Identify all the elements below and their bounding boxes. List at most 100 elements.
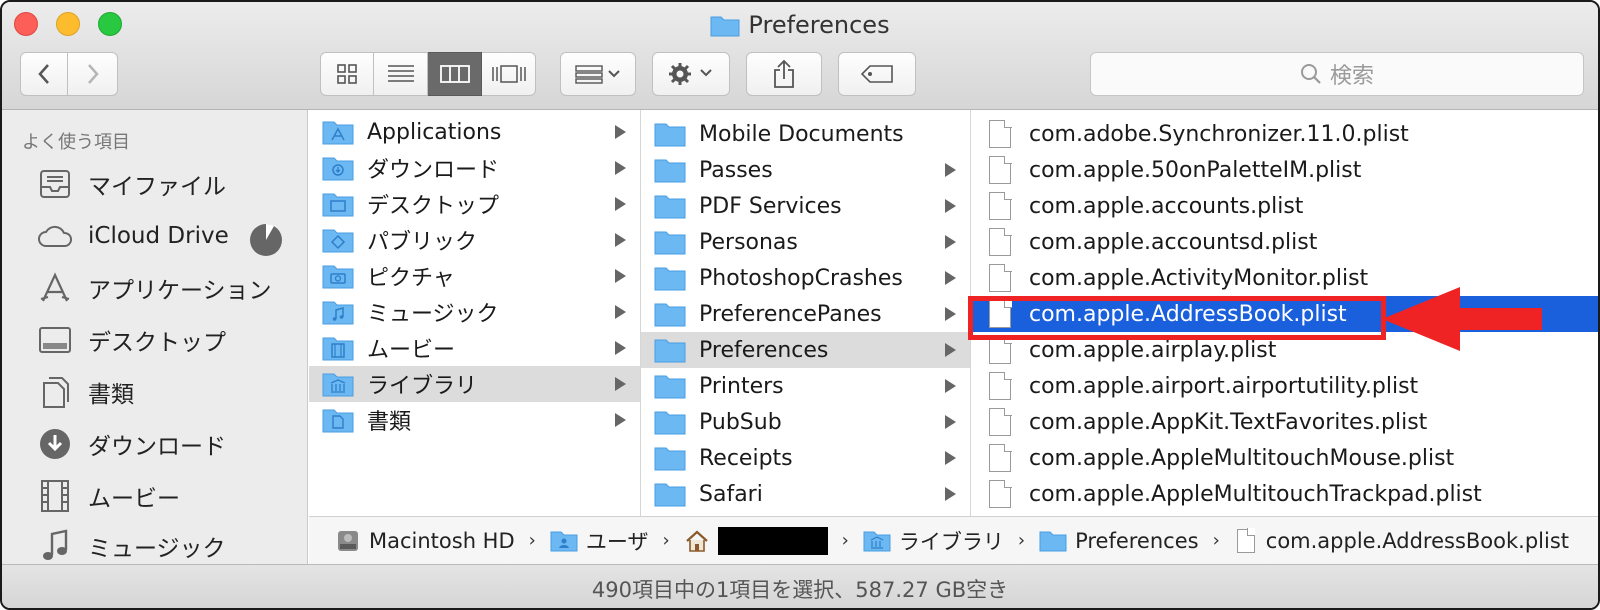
list-item[interactable]: Safari: [641, 476, 970, 512]
list-item-preferences-selected[interactable]: Preferences: [641, 332, 970, 368]
item-label: com.apple.accounts.plist: [1029, 193, 1304, 219]
sidebar-item-applications[interactable]: アプリケーション: [36, 266, 272, 310]
file-icon: [983, 227, 1017, 257]
list-item[interactable]: com.apple.accounts.plist: [971, 188, 1598, 224]
disclosure-arrow-icon: [945, 199, 956, 213]
status-bar: 490項目中の1項目を選択、587.27 GB空き: [2, 564, 1598, 608]
path-crumb-users[interactable]: ユーザ: [550, 526, 648, 556]
path-crumb-library[interactable]: ライブラリ: [863, 526, 1004, 556]
documents-icon: [36, 373, 74, 411]
finder-window: Preferences 検索 よく使う項目 マイファイル iCloud Driv…: [0, 0, 1600, 610]
list-item[interactable]: PubSub: [641, 404, 970, 440]
list-icon: [387, 65, 414, 82]
share-icon: [774, 59, 794, 88]
crumb-label: ライブラリ: [898, 529, 1004, 554]
sidebar-item-documents[interactable]: 書類: [36, 370, 134, 414]
sidebar-item-movies[interactable]: ムービー: [36, 474, 180, 518]
disclosure-arrow-icon: [945, 163, 956, 177]
applications-icon: [36, 269, 74, 307]
item-label: com.apple.airport.airportutility.plist: [1029, 373, 1419, 399]
path-crumb-macintosh-hd[interactable]: Macintosh HD: [335, 528, 515, 554]
search-input[interactable]: 検索: [1090, 52, 1584, 96]
forward-button[interactable]: [68, 52, 118, 96]
path-separator: ›: [662, 530, 670, 551]
share-button[interactable]: [746, 52, 822, 96]
list-item[interactable]: com.apple.airport.airportutility.plist: [971, 368, 1598, 404]
disclosure-arrow-icon: [945, 343, 956, 357]
sidebar-item-music[interactable]: ミュージック: [36, 524, 226, 568]
list-item[interactable]: パブリック: [309, 222, 640, 258]
sidebar-item-downloads[interactable]: ダウンロード: [36, 422, 226, 466]
toolbar: Preferences 検索: [2, 2, 1598, 110]
list-item[interactable]: com.adobe.Synchronizer.11.0.plist: [971, 116, 1598, 152]
list-item[interactable]: PDF Services: [641, 188, 970, 224]
cover-flow-view-button[interactable]: [482, 52, 536, 96]
list-item[interactable]: ミュージック: [309, 294, 640, 330]
sidebar-item-desktop[interactable]: デスクトップ: [36, 318, 226, 362]
disclosure-arrow-icon: [615, 233, 626, 247]
folder-icon: [653, 119, 687, 149]
folder-icon: [653, 263, 687, 293]
disclosure-arrow-icon: [945, 487, 956, 501]
list-item[interactable]: Printers: [641, 368, 970, 404]
list-item[interactable]: com.apple.AppleMultitouchTrackpad.plist: [971, 476, 1598, 512]
sidebar-item-icloud-drive[interactable]: iCloud Drive: [36, 214, 229, 258]
search-icon: [1300, 64, 1321, 84]
arrange-button[interactable]: [560, 52, 636, 96]
item-label: Passes: [699, 157, 773, 183]
list-item[interactable]: ダウンロード: [309, 150, 640, 186]
redacted-username: [717, 526, 828, 555]
crumb-label: com.apple.AddressBook.plist: [1265, 528, 1570, 553]
list-item[interactable]: PreferencePanes: [641, 296, 970, 332]
item-label: com.adobe.Synchronizer.11.0.plist: [1029, 121, 1409, 147]
column-view-button[interactable]: [428, 52, 482, 96]
item-label: PreferencePanes: [699, 301, 882, 327]
list-item[interactable]: com.apple.50onPaletteIM.plist: [971, 152, 1598, 188]
list-view-button[interactable]: [374, 52, 428, 96]
sidebar-item-all-my-files[interactable]: マイファイル: [36, 162, 226, 206]
disclosure-arrow-icon: [615, 269, 626, 283]
list-item[interactable]: Personas: [641, 224, 970, 260]
path-separator: ›: [1212, 530, 1220, 551]
annotation-highlight-box: [968, 296, 1386, 340]
folder-icon: [653, 335, 687, 365]
list-item[interactable]: 書類: [309, 402, 640, 438]
item-label: com.apple.airplay.plist: [1029, 337, 1277, 363]
list-item[interactable]: デスクトップ: [309, 186, 640, 222]
window-title-text: Preferences: [748, 11, 890, 39]
list-item[interactable]: com.apple.accountsd.plist: [971, 224, 1598, 260]
path-separator: ›: [841, 530, 849, 551]
list-item[interactable]: ムービー: [309, 330, 640, 366]
list-item[interactable]: Mobile Documents: [641, 116, 970, 152]
tag-button[interactable]: [838, 52, 916, 96]
item-label: ダウンロード: [367, 158, 500, 183]
list-item[interactable]: com.apple.AppleMultitouchMouse.plist: [971, 440, 1598, 476]
arrange-grid-icon: [575, 65, 620, 84]
cover-flow-icon: [491, 65, 526, 83]
list-item[interactable]: ピクチャ: [309, 258, 640, 294]
list-item[interactable]: com.apple.AppKit.TextFavorites.plist: [971, 404, 1598, 440]
file-icon: [983, 191, 1017, 221]
list-item[interactable]: Applications: [309, 114, 640, 150]
list-item[interactable]: PhotoshopCrashes: [641, 260, 970, 296]
folder-icon: [653, 407, 687, 437]
list-item[interactable]: Receipts: [641, 440, 970, 476]
path-crumb-file[interactable]: com.apple.AddressBook.plist: [1234, 528, 1570, 553]
list-item-library-selected[interactable]: ライブラリ: [309, 366, 640, 402]
disclosure-arrow-icon: [615, 341, 626, 355]
file-icon: [983, 407, 1017, 437]
back-button[interactable]: [20, 52, 68, 96]
action-button[interactable]: [652, 52, 730, 96]
item-label: ピクチャ: [367, 266, 455, 291]
desktop-folder-icon: [321, 189, 355, 219]
sidebar-item-label: ミュージック: [88, 536, 226, 562]
applications-folder-icon: [321, 117, 355, 147]
path-crumb-preferences[interactable]: Preferences: [1039, 529, 1199, 553]
disclosure-arrow-icon: [615, 413, 626, 427]
path-crumb-home[interactable]: [684, 526, 828, 555]
search-placeholder: 検索: [1329, 64, 1374, 89]
disclosure-arrow-icon: [615, 125, 626, 139]
icon-view-button[interactable]: [320, 52, 374, 96]
list-item[interactable]: Passes: [641, 152, 970, 188]
disclosure-arrow-icon: [945, 415, 956, 429]
